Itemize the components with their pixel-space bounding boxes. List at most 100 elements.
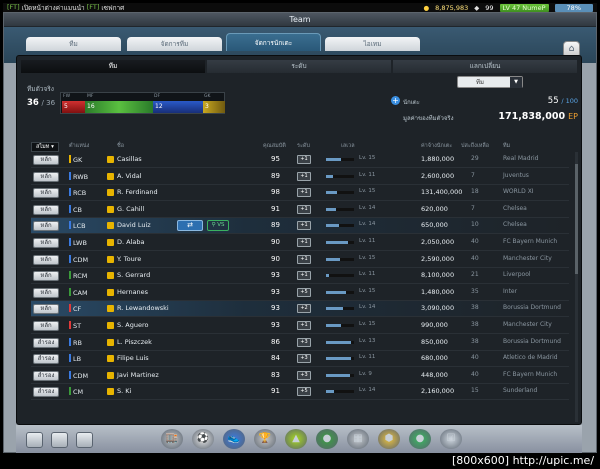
table-row[interactable]: สำรอง RB L. Piszczek 86 +3 Lv. 13 850,000 38 Bor…: [31, 335, 569, 351]
header-ovr[interactable]: คุณสมบัติ: [263, 142, 286, 150]
role-button[interactable]: หลัก: [33, 221, 59, 232]
level-progress-fill: [326, 373, 350, 377]
subtab-team[interactable]: ทีม: [21, 60, 205, 73]
medal-icon[interactable]: ⬢: [378, 429, 400, 449]
player-name[interactable]: G. Cahill: [117, 205, 144, 213]
subtab-level[interactable]: ระดับ: [207, 60, 391, 73]
player-name[interactable]: R. Ferdinand: [117, 188, 158, 196]
header-salary[interactable]: ค่าจ้างนักเตะ: [421, 142, 452, 150]
role-button[interactable]: สำรอง: [33, 370, 59, 381]
trophy-icon[interactable]: 🏆: [254, 429, 276, 449]
sort-button[interactable]: สไมท ▾: [31, 142, 59, 152]
shop-icon[interactable]: 🏬: [161, 429, 183, 449]
table-row[interactable]: หลัก LCB David Luiz ⇄ ⚲ VS 89 +1 Lv. 14 650,000 1…: [31, 218, 569, 235]
league-icon[interactable]: ●: [316, 429, 338, 449]
role-button[interactable]: สำรอง: [33, 337, 59, 348]
table-row[interactable]: หลัก ST S. Aguero 93 +1 Lv. 15 990,000 38 Manche…: [31, 318, 569, 334]
table-row[interactable]: สำรอง LB Filipe Luis 84 +3 Lv. 11 680,000 40 Atl…: [31, 351, 569, 368]
player-name[interactable]: A. Vidal: [117, 172, 142, 180]
role-button[interactable]: หลัก: [33, 321, 59, 331]
role-button[interactable]: หลัก: [33, 155, 59, 165]
table-row[interactable]: หลัก CF R. Lewandowski 93 +2 Lv. 14 3,090,000 3…: [31, 301, 569, 318]
player-name[interactable]: Hernanes: [117, 288, 148, 296]
tab-team[interactable]: ทีม: [26, 37, 121, 51]
table-row[interactable]: หลัก GK Casillas 95 +1 Lv. 15 1,880,000 29 Real …: [31, 152, 569, 168]
mail-icon[interactable]: [76, 432, 93, 448]
player-name[interactable]: Javi Martinez: [117, 371, 159, 379]
role-button[interactable]: หลัก: [33, 287, 59, 298]
role-button[interactable]: หลัก: [33, 254, 59, 265]
chat-icon[interactable]: [26, 432, 43, 448]
role-button[interactable]: หลัก: [33, 188, 59, 199]
player-name[interactable]: Filipe Luis: [117, 354, 149, 362]
cards-icon[interactable]: ▦: [347, 429, 369, 449]
shirt-icon: [107, 156, 114, 163]
level-progress-fill: [326, 340, 352, 344]
scroll-thumb[interactable]: [575, 164, 578, 274]
swap-icon[interactable]: ⇄: [177, 220, 203, 232]
header-level[interactable]: เลเวล: [341, 142, 355, 150]
fitness-badge: +1: [297, 171, 311, 181]
player-ovr: 91: [271, 204, 280, 213]
scrollbar[interactable]: [575, 152, 578, 422]
player-name[interactable]: R. Lewandowski: [117, 304, 169, 312]
player-club: Borussia Dortmund: [503, 304, 561, 312]
player-name[interactable]: S. Ki: [117, 387, 131, 395]
player-age: 35: [471, 287, 479, 295]
role-button[interactable]: สำรอง: [33, 354, 59, 365]
player-salary: 2,050,000: [421, 238, 455, 246]
position-color-marker: [69, 387, 71, 396]
formation-bar: FW MF DF GK 5 16 12 3: [60, 92, 225, 114]
boot-icon[interactable]: 👟: [223, 429, 245, 449]
table-row[interactable]: หลัก RCM S. Gerrard 93 +1 Lv. 11 8,100,000 21 Li…: [31, 268, 569, 285]
table-row[interactable]: หลัก RCB R. Ferdinand 98 +1 Lv. 15 131,400,000…: [31, 185, 569, 202]
header-name[interactable]: ชื่อ: [117, 142, 124, 150]
table-row[interactable]: หลัก CB G. Cahill 91 +1 Lv. 14 620,000 7 Chelsea: [31, 202, 569, 218]
check-icon[interactable]: ☑: [440, 429, 462, 449]
player-name[interactable]: David Luiz: [117, 221, 151, 229]
chevron-down-icon[interactable]: ▼: [510, 77, 522, 88]
player-ovr: 89: [271, 221, 280, 230]
list-icon[interactable]: [51, 432, 68, 448]
header-age[interactable]: ปสะถึงเหลือ: [461, 142, 489, 150]
header-fitness[interactable]: ระดับ: [297, 142, 310, 150]
starting-lineup-summary: ทีมตัวจริง 36 / 36 FW MF DF GK 5 16 12 3: [27, 84, 232, 124]
cone-icon[interactable]: ▲: [285, 429, 307, 449]
table-row[interactable]: หลัก CDM Y. Toure 90 +1 Lv. 15 2,590,000 40 Manc…: [31, 252, 569, 268]
player-salary: 2,590,000: [421, 254, 455, 263]
player-name[interactable]: Y. Toure: [117, 255, 141, 263]
role-button[interactable]: หลัก: [33, 304, 59, 315]
header-position[interactable]: ตำแหน่ง: [69, 142, 89, 150]
tab-player-management[interactable]: จัดการนักเตะ: [226, 33, 321, 51]
subtab-trade[interactable]: แลกเปลี่ยน: [393, 60, 577, 73]
role-button[interactable]: หลัก: [33, 238, 59, 248]
plus-icon[interactable]: +: [391, 96, 400, 105]
player-level: Lv. 14: [359, 221, 376, 228]
role-button[interactable]: หลัก: [33, 171, 59, 182]
table-row[interactable]: หลัก CAM Hernanes 93 +5 Lv. 15 1,480,000 35 Inte…: [31, 285, 569, 301]
player-name[interactable]: S. Aguero: [117, 321, 148, 329]
player-name[interactable]: D. Alaba: [117, 238, 144, 246]
player-position: LB: [69, 354, 81, 363]
tab-team-management[interactable]: จัดการทีม: [127, 37, 222, 51]
position-color-marker: [69, 204, 71, 213]
table-row[interactable]: หลัก LWB D. Alaba 90 +1 Lv. 11 2,050,000 40 FC B…: [31, 235, 569, 251]
role-button[interactable]: หลัก: [33, 271, 59, 282]
player-name[interactable]: L. Piszczek: [117, 338, 152, 346]
player-level: Lv. 9: [359, 370, 372, 377]
ball-icon[interactable]: ⚽: [192, 429, 214, 449]
table-row[interactable]: สำรอง CM S. Ki 91 +5 Lv. 14 2,160,000 15 Sunderl…: [31, 384, 569, 401]
table-row[interactable]: สำรอง CDM Javi Martinez 83 +3 Lv. 9 448,000 40 F…: [31, 368, 569, 384]
filter-dropdown[interactable]: ทีม ▼: [457, 76, 523, 88]
player-name[interactable]: S. Gerrard: [117, 271, 150, 279]
role-button[interactable]: สำรอง: [33, 387, 59, 398]
club-icon[interactable]: ●: [409, 429, 431, 449]
table-row[interactable]: หลัก RWB A. Vidal 89 +1 Lv. 11 2,600,000 7 Juven…: [31, 169, 569, 185]
level-progress: [326, 390, 354, 394]
role-button[interactable]: หลัก: [33, 204, 59, 215]
player-ovr: 89: [271, 171, 280, 180]
header-club[interactable]: ทีม: [503, 142, 510, 150]
compare-button[interactable]: ⚲ VS: [207, 220, 229, 232]
player-name[interactable]: Casillas: [117, 155, 142, 163]
tab-items[interactable]: ไอเทม: [325, 37, 420, 51]
